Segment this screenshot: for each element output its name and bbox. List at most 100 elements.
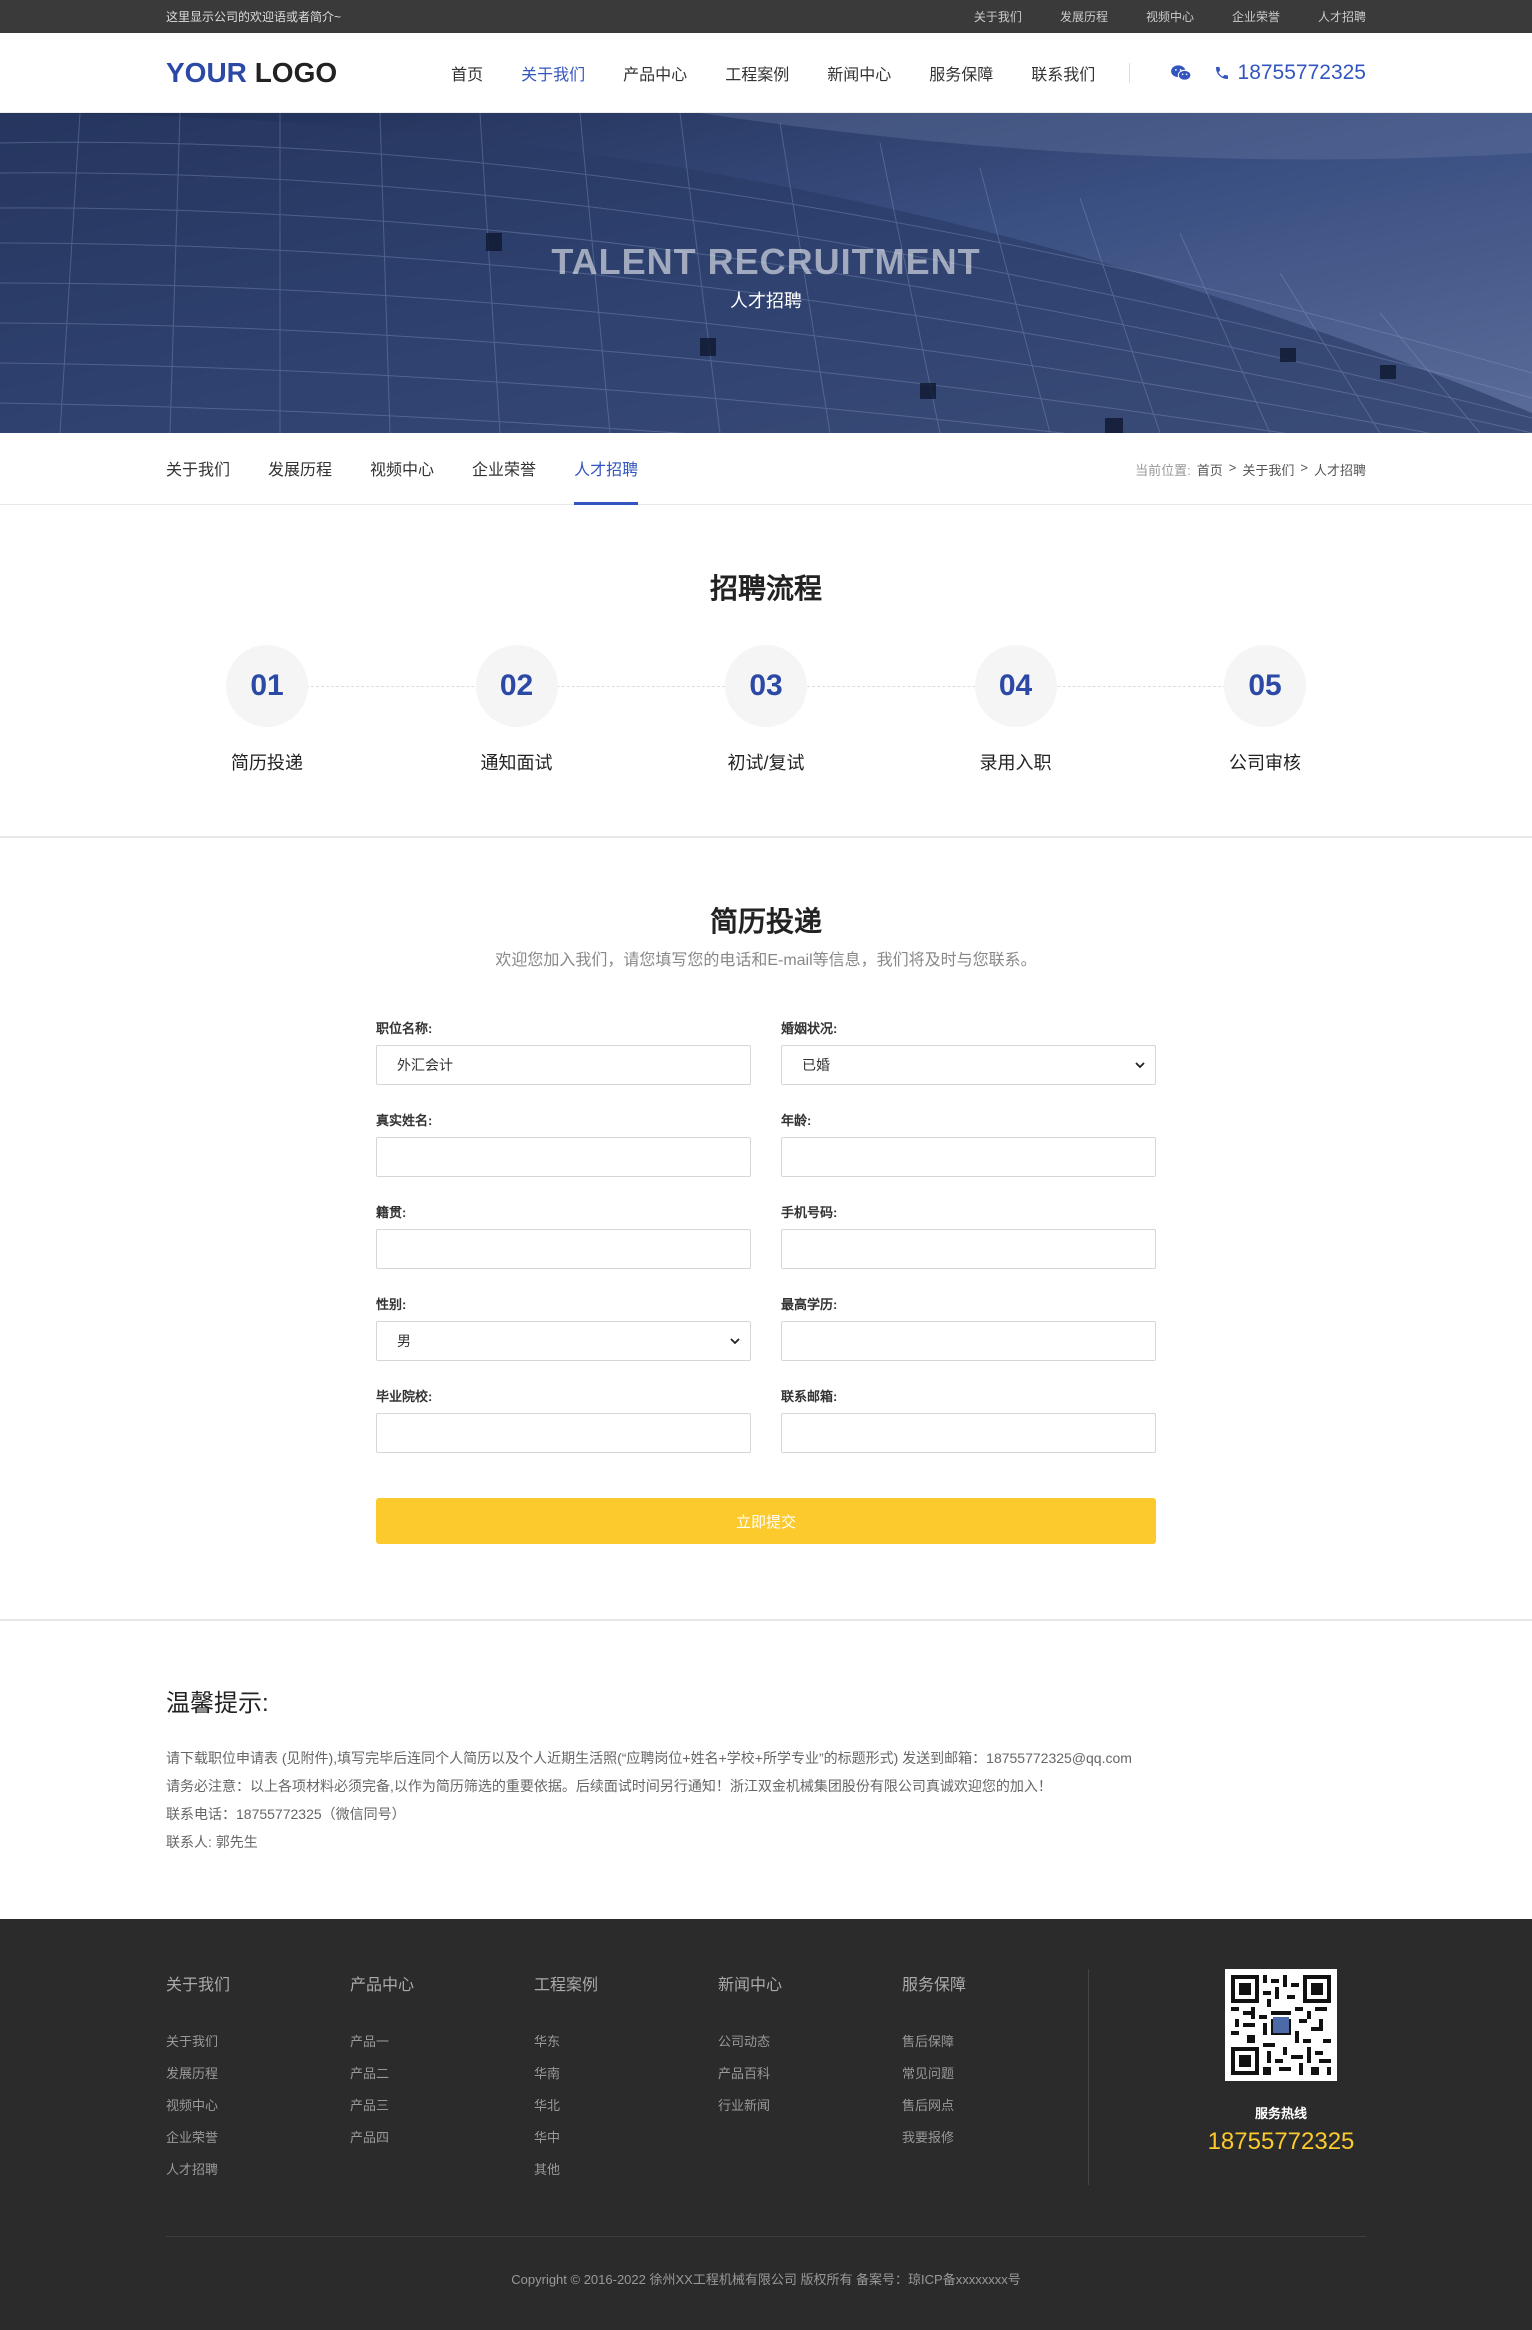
recruit-process-section: 招聘流程 01 简历投递 02 通知面试 03 初试/复试 04 录用入职 05… <box>0 505 1532 838</box>
breadcrumb-label: 当前位置: <box>1135 462 1191 478</box>
nav-contact[interactable]: 联系我们 <box>1031 61 1095 85</box>
top-link-history[interactable]: 发展历程 <box>1060 8 1108 25</box>
footer-link[interactable]: 产品百科 <box>718 2063 902 2095</box>
mobile-input[interactable] <box>781 1229 1156 1269</box>
footer-link[interactable]: 发展历程 <box>166 2063 350 2095</box>
breadcrumb-current[interactable]: 人才招聘 <box>1314 460 1366 479</box>
gender-select[interactable]: 男 <box>376 1321 751 1361</box>
footer-col-title[interactable]: 关于我们 <box>166 1971 350 1995</box>
footer-link[interactable]: 华中 <box>534 2127 718 2159</box>
logo[interactable]: YOUR LOGO <box>166 57 337 89</box>
footer-col-news: 新闻中心 公司动态 产品百科 行业新闻 <box>718 1971 902 2236</box>
footer-link[interactable]: 华东 <box>534 2031 718 2063</box>
footer-link[interactable]: 产品四 <box>350 2127 534 2159</box>
nav-about[interactable]: 关于我们 <box>521 61 585 85</box>
field-label-position: 职位名称: <box>376 1021 433 1036</box>
footer-link[interactable]: 华北 <box>534 2095 718 2127</box>
footer-link[interactable]: 企业荣誉 <box>166 2127 350 2159</box>
field-label-education: 最高学历: <box>781 1297 838 1312</box>
wechat-icon[interactable] <box>1170 64 1192 82</box>
footer-link[interactable]: 其他 <box>534 2159 718 2191</box>
footer-link[interactable]: 产品一 <box>350 2031 534 2063</box>
step-label: 公司审核 <box>1229 753 1301 773</box>
subtab-history[interactable]: 发展历程 <box>268 433 332 505</box>
banner-title-cn: 人才招聘 <box>730 291 802 311</box>
logo-text-a: YOUR <box>166 57 247 88</box>
education-input[interactable] <box>781 1321 1156 1361</box>
nav-service[interactable]: 服务保障 <box>929 61 993 85</box>
process-step: 03 初试/复试 <box>725 645 807 775</box>
top-links: 关于我们 发展历程 视频中心 企业荣誉 人才招聘 <box>974 8 1366 25</box>
logo-text-b: LOGO <box>254 57 338 88</box>
process-step: 01 简历投递 <box>226 645 308 775</box>
field-label-marital: 婚姻状况: <box>781 1021 838 1036</box>
header-phone[interactable]: 18755772325 <box>1214 61 1366 85</box>
footer-link[interactable]: 售后保障 <box>902 2031 1086 2063</box>
header-divider <box>1128 63 1130 83</box>
age-input[interactable] <box>781 1137 1156 1177</box>
marital-select[interactable]: 已婚 <box>781 1045 1156 1085</box>
welcome-text: 这里显示公司的欢迎语或者简介~ <box>166 10 342 24</box>
footer-col-title[interactable]: 新闻中心 <box>718 1971 902 1995</box>
top-link-honor[interactable]: 企业荣誉 <box>1232 8 1280 25</box>
footer-col-title[interactable]: 工程案例 <box>534 1971 718 1995</box>
footer-link[interactable]: 视频中心 <box>166 2095 350 2127</box>
main-nav: 首页 关于我们 产品中心 工程案例 新闻中心 服务保障 联系我们 <box>451 61 1095 85</box>
footer-link[interactable]: 关于我们 <box>166 2031 350 2063</box>
step-label: 通知面试 <box>480 753 553 773</box>
footer-link[interactable]: 常见问题 <box>902 2063 1086 2095</box>
hotline-number[interactable]: 18755772325 <box>1196 2128 1366 2156</box>
process-steps: 01 简历投递 02 通知面试 03 初试/复试 04 录用入职 05 公司审核 <box>226 645 1306 775</box>
field-label-age: 年龄: <box>781 1113 812 1128</box>
footer-link[interactable]: 行业新闻 <box>718 2095 902 2127</box>
nav-products[interactable]: 产品中心 <box>623 61 687 85</box>
top-link-about[interactable]: 关于我们 <box>974 8 1022 25</box>
marital-selected: 已婚 <box>802 1057 830 1073</box>
school-input[interactable] <box>376 1413 751 1453</box>
top-link-recruit[interactable]: 人才招聘 <box>1318 8 1366 25</box>
name-input[interactable] <box>376 1137 751 1177</box>
footer-col-about: 关于我们 关于我们 发展历程 视频中心 企业荣誉 人才招聘 <box>166 1971 350 2236</box>
field-label-email: 联系邮箱: <box>781 1389 838 1404</box>
footer-link[interactable]: 产品二 <box>350 2063 534 2095</box>
subtab-honor[interactable]: 企业荣誉 <box>472 433 536 505</box>
footer-link[interactable]: 售后网点 <box>902 2095 1086 2127</box>
footer-link[interactable]: 我要报修 <box>902 2127 1086 2159</box>
step-label: 录用入职 <box>979 753 1052 773</box>
position-input[interactable]: 外汇会计 <box>376 1045 751 1085</box>
hotline-label: 服务热线 <box>1254 2106 1307 2121</box>
step-number: 01 <box>226 645 308 727</box>
footer-link[interactable]: 华南 <box>534 2063 718 2095</box>
email-input[interactable] <box>781 1413 1156 1453</box>
top-link-video[interactable]: 视频中心 <box>1146 8 1194 25</box>
header: YOUR LOGO 首页 关于我们 产品中心 工程案例 新闻中心 服务保障 联系… <box>0 33 1532 113</box>
breadcrumb-about[interactable]: 关于我们 <box>1242 460 1294 479</box>
banner-title-en: TALENT RECRUITMENT <box>551 241 981 282</box>
process-step: 04 录用入职 <box>974 645 1057 775</box>
nav-news[interactable]: 新闻中心 <box>827 61 891 85</box>
footer-col-products: 产品中心 产品一 产品二 产品三 产品四 <box>350 1971 534 2236</box>
nav-cases[interactable]: 工程案例 <box>725 61 789 85</box>
step-number: 04 <box>974 645 1057 727</box>
footer-col-service: 服务保障 售后保障 常见问题 售后网点 我要报修 <box>902 1971 1086 2236</box>
footer-link[interactable]: 人才招聘 <box>166 2159 350 2191</box>
header-phone-number: 18755772325 <box>1237 61 1366 84</box>
subtab-about[interactable]: 关于我们 <box>166 433 230 505</box>
footer-link[interactable]: 产品三 <box>350 2095 534 2127</box>
nav-home[interactable]: 首页 <box>451 61 483 85</box>
submit-button[interactable]: 立即提交 <box>376 1498 1156 1544</box>
gender-selected: 男 <box>397 1333 411 1349</box>
breadcrumb-home[interactable]: 首页 <box>1197 460 1223 479</box>
form-subtitle: 欢迎您加入我们，请您填写您的电话和E-mail等信息，我们将及时与您联系。 <box>495 952 1037 969</box>
subtab-recruit[interactable]: 人才招聘 <box>574 433 639 505</box>
footer-col-title[interactable]: 产品中心 <box>350 1971 534 1995</box>
tips-title: 温馨提示: <box>166 1690 269 1717</box>
sub-tabs: 关于我们 发展历程 视频中心 企业荣誉 人才招聘 <box>166 433 639 505</box>
chevron-down-icon <box>1135 1062 1145 1069</box>
origin-input[interactable] <box>376 1229 751 1269</box>
step-number: 05 <box>1224 645 1306 727</box>
subtab-video[interactable]: 视频中心 <box>370 433 434 505</box>
process-title: 招聘流程 <box>709 573 822 604</box>
footer-col-title[interactable]: 服务保障 <box>902 1971 1086 1995</box>
footer-link[interactable]: 公司动态 <box>718 2031 902 2063</box>
